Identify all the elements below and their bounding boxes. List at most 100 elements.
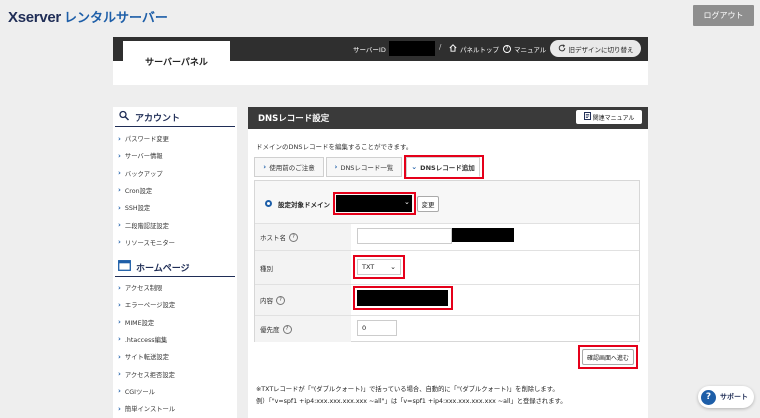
priority-label: 優先度	[260, 326, 280, 334]
sidebar-item-label: 二段階認証設定	[124, 222, 169, 230]
chevron-right-icon: ›	[118, 221, 121, 229]
sidebar-item-label: .htaccess編集	[124, 336, 168, 344]
support-label: サポート	[720, 393, 748, 401]
sidebar-item-label: アクセス制限	[124, 285, 163, 292]
chevron-right-icon: ›	[118, 300, 121, 309]
tab-label: DNSレコード一覧	[340, 164, 394, 172]
account-title: アカウント	[135, 114, 181, 124]
sidebar-item-label: Cron設定	[124, 187, 153, 195]
content-label-cell: 内容 ?	[255, 285, 351, 315]
sidebar-item[interactable]: › 簡単インストール	[118, 404, 175, 414]
sidebar-item[interactable]: › サーバー情報	[118, 151, 163, 161]
refresh-icon	[558, 43, 566, 54]
support-button[interactable]: ? サポート	[698, 386, 754, 408]
help-icon[interactable]: ?	[282, 324, 292, 334]
chevron-right-icon: ›	[118, 352, 121, 361]
sidebar-item[interactable]: › CGIツール	[118, 387, 155, 396]
sidebar-item-label: エラーページ設定	[124, 302, 176, 310]
window-icon	[118, 260, 131, 274]
chevron-right-icon: ›	[118, 387, 121, 396]
xserver-logo[interactable]: Xserver レンタルサーバー	[8, 7, 168, 26]
sidebar-item-label: SSH設定	[124, 205, 151, 213]
highlight-box-domain	[333, 192, 416, 215]
change-domain-button[interactable]: 変更	[417, 196, 439, 212]
sidebar-item-label: アクセス拒否設定	[124, 371, 175, 379]
tab-precautions[interactable]: › 使用前のご注意	[254, 157, 324, 177]
tab-label: 使用前のご注意	[269, 164, 315, 172]
target-domain-radio[interactable]	[265, 200, 272, 207]
chevron-right-icon: ›	[118, 151, 121, 160]
sidebar-item[interactable]: › SSH設定	[118, 203, 151, 213]
panel-title: サーバーパネル	[123, 41, 230, 81]
user-icon	[118, 110, 130, 125]
old-design-button[interactable]: 旧デザインに切り替え	[550, 40, 641, 57]
host-label: ホスト名	[260, 234, 286, 242]
logo-main: Xserver	[8, 9, 61, 26]
chevron-right-icon: ›	[118, 169, 121, 178]
tab-record-list[interactable]: › DNSレコード一覧	[326, 157, 402, 177]
related-manual-button[interactable]: 関連マニュアル	[576, 110, 642, 124]
chevron-right-icon: ›	[118, 404, 121, 413]
sidebar-divider	[115, 126, 235, 127]
sidebar-item-label: サーバー情報	[124, 153, 163, 161]
sidebar-section-account: アカウント	[118, 110, 180, 125]
document-icon	[583, 112, 591, 122]
sidebar-item[interactable]: › パスワード変更	[118, 134, 169, 144]
target-domain-label: 設定対象ドメイン	[278, 201, 330, 209]
homepage-title: ホームページ	[136, 263, 190, 274]
priority-label-cell: 優先度 ?	[255, 316, 351, 342]
sidebar-item[interactable]: › MIME設定	[118, 318, 154, 327]
help-icon[interactable]: ?	[289, 232, 298, 242]
sidebar-item[interactable]: › .htaccess編集	[118, 335, 167, 344]
old-design-label: 旧デザインに切り替え	[568, 45, 634, 54]
txt-note: ※TXTレコードが「"(ダブルクォート)」で括っている場合、自動的に「"(ダブル…	[256, 386, 559, 393]
host-domain-redacted	[452, 228, 514, 242]
chevron-right-icon: ›	[334, 163, 338, 171]
sidebar-item-label: リソースモニター	[124, 239, 175, 247]
host-input[interactable]	[357, 228, 452, 244]
question-icon: ?	[701, 389, 716, 405]
sidebar-item-label: バックアップ	[124, 170, 163, 178]
sidebar-item[interactable]: › エラーページ設定	[118, 300, 176, 310]
help-icon: ?	[503, 45, 511, 53]
help-icon[interactable]: ?	[276, 295, 285, 305]
sidebar-item-label: サイト転送設定	[124, 354, 169, 362]
priority-input[interactable]: 0	[357, 320, 397, 336]
chevron-right-icon: ›	[118, 318, 121, 327]
sidebar-item[interactable]: › バックアップ	[118, 169, 163, 178]
txt-example: 例）「"v=spf1 +ip4:xxx.xxx.xxx.xxx ~all"」は「…	[256, 398, 567, 405]
manual-label: マニュアル	[514, 46, 547, 54]
sidebar-section-homepage: ホームページ	[118, 260, 190, 274]
home-icon	[449, 44, 457, 54]
server-id-redacted	[389, 41, 435, 56]
logo-sub: レンタルサーバー	[63, 10, 168, 25]
related-manual-label: 関連マニュアル	[592, 114, 635, 122]
chevron-right-icon: ›	[118, 134, 121, 143]
host-label-cell: ホスト名 ?	[255, 224, 351, 250]
chevron-right-icon: ›	[118, 238, 121, 247]
sidebar-item-label: MIME設定	[124, 319, 155, 327]
type-label: 種別	[260, 264, 273, 273]
chevron-right-icon: ›	[118, 186, 121, 195]
manual-link[interactable]: ? マニュアル	[503, 44, 546, 54]
highlight-box-content	[353, 286, 453, 310]
header-separator: /	[439, 43, 442, 51]
type-label-cell: 種別	[255, 251, 351, 284]
sidebar-item[interactable]: › アクセス制限	[118, 283, 163, 293]
highlight-box-tab	[404, 155, 484, 179]
logout-button[interactable]: ログアウト	[693, 5, 754, 26]
sidebar-item[interactable]: › Cron設定	[118, 186, 152, 195]
chevron-right-icon: ›	[118, 283, 121, 292]
sidebar-item-label: CGIツール	[124, 388, 155, 396]
panel-top-link[interactable]: パネルトップ	[449, 44, 499, 54]
panel-top-label: パネルトップ	[460, 46, 499, 54]
sidebar-item[interactable]: › サイト転送設定	[118, 352, 169, 362]
sidebar-item[interactable]: › リソースモニター	[118, 238, 175, 247]
chevron-right-icon: ›	[118, 203, 121, 212]
chevron-right-icon: ›	[118, 370, 121, 378]
content-label: 内容	[260, 297, 273, 305]
highlight-box-confirm	[578, 345, 638, 369]
sidebar-divider	[115, 276, 235, 277]
sidebar-item[interactable]: › 二段階認証設定	[118, 221, 169, 230]
sidebar-item[interactable]: › アクセス拒否設定	[118, 370, 175, 379]
